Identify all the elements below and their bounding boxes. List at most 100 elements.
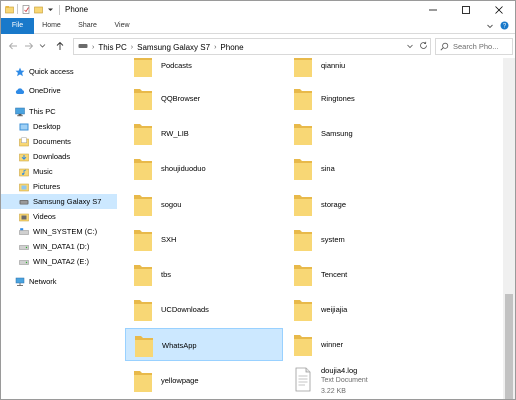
desktop-folder-icon — [19, 122, 29, 132]
sidebar-item-this-pc[interactable]: This PC — [15, 104, 115, 119]
item-name: winner — [321, 340, 344, 349]
address-controls — [406, 41, 428, 52]
pictures-folder-icon — [19, 182, 29, 192]
folder-item[interactable]: weijiajia — [285, 293, 443, 326]
recent-locations-button[interactable] — [37, 39, 47, 53]
sidebar-item-label: Music — [33, 167, 53, 176]
item-name: sina — [321, 164, 335, 173]
item-name: doujia4.log — [321, 366, 358, 375]
device-icon — [78, 42, 88, 52]
breadcrumb-separator[interactable]: › — [214, 44, 216, 51]
computer-icon — [15, 107, 25, 117]
sidebar-item-pictures[interactable]: Pictures — [19, 179, 115, 194]
tab-share[interactable]: Share — [69, 18, 106, 34]
back-arrow-icon — [8, 42, 17, 50]
folder-item[interactable]: system — [285, 223, 443, 256]
folder-item[interactable]: Samsung — [285, 117, 443, 150]
scrollbar-thumb[interactable] — [505, 294, 513, 399]
breadcrumb-phone[interactable]: Phone — [220, 43, 243, 52]
help-icon[interactable]: ? — [500, 21, 509, 32]
address-bar[interactable]: › This PC › Samsung Galaxy S7 › Phone — [73, 38, 431, 55]
breadcrumb-samsung-galaxy-s7[interactable]: Samsung Galaxy S7 — [137, 43, 210, 52]
folder-icon — [294, 58, 312, 77]
folder-item[interactable]: shoujiduoduo — [125, 152, 283, 185]
maximize-button[interactable] — [449, 1, 482, 18]
folder-icon — [294, 230, 312, 251]
folder-item[interactable]: RW_LIB — [125, 117, 283, 150]
network-icon — [15, 277, 25, 287]
folder-icon — [294, 300, 312, 321]
file-explorer-window: Phone File Home Share View ? › This PC ›… — [0, 0, 516, 400]
sidebar-item-desktop[interactable]: Desktop — [19, 119, 115, 134]
minimize-icon — [428, 9, 437, 10]
refresh-icon[interactable] — [419, 41, 428, 52]
folder-item[interactable]: QQBrowser — [125, 82, 283, 115]
downloads-folder-icon — [19, 152, 29, 162]
folder-item[interactable]: Ringtones — [285, 82, 443, 115]
sidebar-item-music[interactable]: Music — [19, 164, 115, 179]
close-button[interactable] — [482, 1, 515, 18]
up-button[interactable] — [54, 39, 66, 53]
back-button[interactable] — [7, 39, 19, 53]
sidebar-item-win-data1[interactable]: WIN_DATA1 (D:) — [19, 239, 115, 254]
breadcrumb-separator[interactable]: › — [92, 44, 94, 51]
folder-icon — [294, 159, 312, 180]
item-name: shoujiduoduo — [161, 164, 206, 173]
item-name: system — [321, 235, 345, 244]
folder-item[interactable]: SXH — [125, 223, 283, 256]
expand-ribbon-icon[interactable] — [486, 22, 494, 32]
customize-dropdown-icon[interactable] — [46, 5, 54, 14]
new-folder-icon[interactable] — [34, 5, 43, 14]
file-item[interactable]: doujia4.log Text Document 3.22 KB — [285, 364, 443, 399]
sidebar-item-label: Documents — [33, 137, 71, 146]
folder-item[interactable]: storage — [285, 188, 443, 221]
breadcrumb-separator[interactable]: › — [131, 44, 133, 51]
sidebar-item-samsung-galaxy-s7[interactable]: Samsung Galaxy S7 — [1, 194, 117, 209]
sidebar-item-onedrive[interactable]: OneDrive — [15, 83, 115, 98]
sidebar-item-win-system[interactable]: WIN_SYSTEM (C:) — [19, 224, 115, 239]
sidebar-item-label: Desktop — [33, 122, 61, 131]
folder-item[interactable]: UCDownloads — [125, 293, 283, 326]
breadcrumb-this-pc[interactable]: This PC — [98, 43, 126, 52]
folder-item[interactable]: tbs — [125, 258, 283, 291]
sidebar-item-videos[interactable]: Videos — [19, 209, 115, 224]
folder-icon — [134, 195, 152, 216]
sidebar-item-downloads[interactable]: Downloads — [19, 149, 115, 164]
tab-home[interactable]: Home — [34, 18, 69, 34]
sidebar-item-network[interactable]: Network — [15, 274, 115, 289]
folder-item-selected[interactable]: WhatsApp — [125, 328, 283, 361]
up-arrow-icon — [56, 41, 64, 50]
folder-item[interactable]: Podcasts — [125, 58, 283, 82]
sidebar-item-documents[interactable]: Documents — [19, 134, 115, 149]
drive-icon — [19, 257, 29, 267]
app-icon[interactable] — [5, 5, 14, 14]
sidebar-item-label: WIN_SYSTEM (C:) — [33, 227, 98, 236]
item-name: tbs — [161, 270, 172, 279]
tab-view[interactable]: View — [106, 18, 138, 34]
folder-item[interactable]: winner — [285, 328, 443, 361]
item-type: Text Document — [321, 377, 368, 384]
window-title: Phone — [65, 5, 89, 14]
tab-file[interactable]: File — [1, 18, 34, 34]
sidebar-item-win-data2[interactable]: WIN_DATA2 (E:) — [19, 254, 115, 269]
address-dropdown-icon[interactable] — [406, 42, 414, 52]
folder-item[interactable]: sina — [285, 152, 443, 185]
folder-item[interactable]: Tencent — [285, 258, 443, 291]
folder-item[interactable]: sogou — [125, 188, 283, 221]
sidebar-item-label: Network — [29, 277, 57, 286]
forward-button[interactable] — [23, 39, 35, 53]
vertical-scrollbar[interactable] — [503, 58, 515, 399]
folder-item[interactable]: yellowpage — [125, 364, 283, 397]
item-name: QQBrowser — [161, 94, 201, 103]
sidebar-item-quick-access[interactable]: Quick access — [15, 64, 115, 79]
item-name: Tencent — [321, 270, 348, 279]
properties-icon[interactable] — [22, 4, 30, 14]
file-list: Podcasts qianniu QQBrowser Ringtones RW_… — [117, 58, 503, 399]
item-name: RW_LIB — [161, 129, 189, 138]
address-row: › This PC › Samsung Galaxy S7 › Phone — [1, 34, 515, 58]
item-name: qianniu — [321, 61, 346, 70]
folder-icon — [294, 124, 312, 145]
minimize-button[interactable] — [416, 1, 449, 18]
folder-item[interactable]: qianniu — [285, 58, 443, 82]
search-box[interactable] — [435, 38, 513, 55]
